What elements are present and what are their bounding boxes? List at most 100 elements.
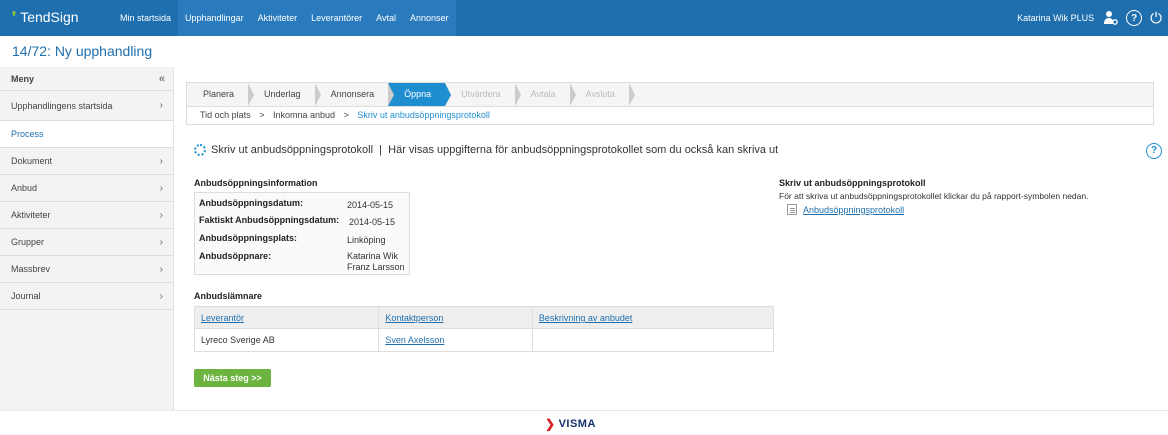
sidebar-item-massbrev[interactable]: Massbrev ›: [0, 256, 173, 283]
breadcrumb-current[interactable]: Skriv ut anbudsöppningsprotokoll: [357, 110, 490, 120]
sort-beskrivning[interactable]: Beskrivning av anbudet: [539, 313, 633, 323]
breadcrumb-tid-och-plats[interactable]: Tid och plats: [200, 110, 251, 120]
step-avsluta: Avsluta: [570, 83, 636, 106]
footer-divider: [0, 410, 1168, 411]
column-header[interactable]: Kontaktperson: [379, 307, 533, 329]
column-header[interactable]: Beskrivning av anbudet: [533, 307, 773, 329]
report-document-icon[interactable]: [787, 204, 797, 215]
print-title: Skriv ut anbudsöppningsprotokoll: [779, 178, 926, 188]
sidebar: Meny « Upphandlingens startsida › Proces…: [0, 67, 174, 410]
contact-cell: Sven Axelsson: [379, 329, 533, 351]
page-help-icon[interactable]: ?: [1146, 143, 1162, 159]
sidebar-header: Meny «: [0, 67, 173, 91]
sidebar-item-grupper[interactable]: Grupper ›: [0, 229, 173, 256]
info-value: Katarina Wik Franz Larsson: [347, 251, 405, 273]
step-utvardera: Utvärdera: [445, 83, 521, 106]
step-planera[interactable]: Planera: [187, 83, 255, 106]
process-steps: Planera Underlag Annonsera Öppna Utvärde…: [186, 82, 1154, 107]
contact-link[interactable]: Sven Axelsson: [385, 335, 444, 345]
footer-brand: VISMA: [558, 418, 596, 430]
chevron-right-icon: ›: [159, 183, 163, 194]
sidebar-header-label: Meny: [11, 74, 35, 84]
opener-1: Katarina Wik: [347, 251, 399, 261]
step-avtala: Avtala: [515, 83, 576, 106]
info-row: Anbudsöppningsplats: Linköping: [199, 233, 386, 246]
chevron-right-icon: ›: [159, 237, 163, 248]
nav-leverantorer[interactable]: Leverantörer: [304, 0, 370, 36]
info-label: Anbudsöppnare:: [199, 251, 271, 261]
chevron-right-icon: ›: [159, 291, 163, 302]
sidebar-item-label: Process: [11, 129, 44, 139]
print-description: För att skriva ut anbudsöppningsprotokol…: [779, 191, 1089, 201]
nav-aktiviteter[interactable]: Aktiviteter: [250, 0, 305, 36]
print-panel: Skriv ut anbudsöppningsprotokoll För att…: [779, 178, 1159, 215]
process-spinner-icon: [194, 144, 206, 156]
step-oppna[interactable]: Öppna: [388, 83, 452, 106]
sidebar-item-label: Dokument: [11, 156, 53, 166]
description-cell: [533, 329, 773, 351]
sidebar-item-anbud[interactable]: Anbud ›: [0, 175, 173, 202]
table-header: Leverantör Kontaktperson Beskrivning av …: [195, 307, 773, 329]
chevron-right-icon: ›: [159, 156, 163, 167]
column-header[interactable]: Leverantör: [195, 307, 380, 329]
logout-power-icon[interactable]: ⏻: [1150, 11, 1162, 26]
breadcrumb-separator: >: [259, 110, 265, 120]
collapse-sidebar-icon[interactable]: «: [159, 67, 165, 91]
report-link[interactable]: Anbudsöppningsprotokoll: [803, 205, 904, 215]
chevron-right-icon: ›: [159, 264, 163, 275]
opener-2: Franz Larsson: [347, 262, 405, 272]
info-label: Anbudsöppningsdatum:: [199, 198, 303, 208]
nav-upphandlingar[interactable]: Upphandlingar: [178, 0, 251, 36]
sidebar-item-label: Grupper: [11, 237, 45, 247]
info-value: 2014-05-15: [347, 200, 394, 210]
nav-avtal[interactable]: Avtal: [369, 0, 403, 36]
help-icon[interactable]: ?: [1126, 10, 1143, 26]
info-row: Anbudsöppnare: Katarina Wik Franz Larsso…: [199, 251, 405, 273]
user-name[interactable]: Katarina Wik PLUS: [1017, 13, 1094, 23]
nav-annonser[interactable]: Annonser: [402, 0, 456, 36]
info-value: 2014-05-15: [349, 217, 396, 227]
table-row: Lyreco Sverige AB Sven Axelsson: [195, 329, 773, 351]
sidebar-item-label: Upphandlingens startsida: [11, 101, 113, 111]
user-area: Katarina Wik PLUS ? ⏻: [1017, 0, 1162, 36]
info-label: Anbudsöppningsplats:: [199, 233, 297, 243]
sidebar-item-label: Massbrev: [11, 264, 51, 274]
chevron-right-icon: ›: [159, 210, 163, 221]
app-logo[interactable]: ❜ TendSign: [12, 9, 79, 25]
bidders-title: Anbudslämnare: [194, 291, 263, 301]
sidebar-item-aktiviteter[interactable]: Aktiviteter ›: [0, 202, 173, 229]
next-step-button[interactable]: Nästa steg >>: [194, 369, 271, 387]
sidebar-item-journal[interactable]: Journal ›: [0, 283, 173, 310]
info-value: Linköping: [347, 235, 386, 245]
breadcrumb-separator: >: [343, 110, 349, 120]
info-label: Faktiskt Anbudsöppningsdatum:: [199, 215, 340, 225]
visma-mark-icon: ❯: [545, 417, 556, 431]
info-row: Anbudsöppningsdatum: 2014-05-15: [199, 198, 393, 211]
section-heading-text: Skriv ut anbudsöppningsprotokoll | Här v…: [211, 144, 779, 156]
main-nav: Min startsida Upphandlingar Aktiviteter …: [113, 0, 456, 36]
sidebar-item-label: Aktiviteter: [11, 210, 51, 220]
sidebar-item-dokument[interactable]: Dokument ›: [0, 148, 173, 175]
section-heading: Skriv ut anbudsöppningsprotokoll | Här v…: [194, 144, 778, 156]
footer-logo: ❯ VISMA: [545, 417, 596, 431]
info-box: Anbudsöppningsdatum: 2014-05-15 Faktiskt…: [194, 192, 410, 275]
sidebar-item-label: Anbud: [11, 183, 38, 193]
tendsign-leaf-icon: ❜: [12, 9, 17, 24]
sort-leverantor[interactable]: Leverantör: [201, 313, 244, 323]
step-underlag[interactable]: Underlag: [248, 83, 321, 106]
sidebar-item-startsida[interactable]: Upphandlingens startsida ›: [0, 91, 173, 121]
nav-min-startsida[interactable]: Min startsida: [113, 0, 178, 36]
sidebar-item-process[interactable]: Process: [0, 121, 173, 148]
chevron-right-icon: ›: [159, 100, 163, 111]
breadcrumb-inkomna-anbud[interactable]: Inkomna anbud: [273, 110, 335, 120]
breadcrumb: Tid och plats > Inkomna anbud > Skriv ut…: [186, 107, 1154, 125]
sort-kontaktperson[interactable]: Kontaktperson: [385, 313, 443, 323]
user-settings-icon[interactable]: [1102, 10, 1118, 26]
report-link-row: Anbudsöppningsprotokoll: [787, 204, 1159, 215]
app-name: TendSign: [20, 9, 79, 25]
supplier-cell: Lyreco Sverige AB: [195, 329, 380, 351]
bidders-table: Leverantör Kontaktperson Beskrivning av …: [194, 306, 774, 352]
step-annonsera[interactable]: Annonsera: [315, 83, 394, 106]
top-bar: ❜ TendSign Min startsida Upphandlingar A…: [0, 0, 1168, 36]
info-row: Faktiskt Anbudsöppningsdatum: 2014-05-15: [199, 215, 395, 228]
